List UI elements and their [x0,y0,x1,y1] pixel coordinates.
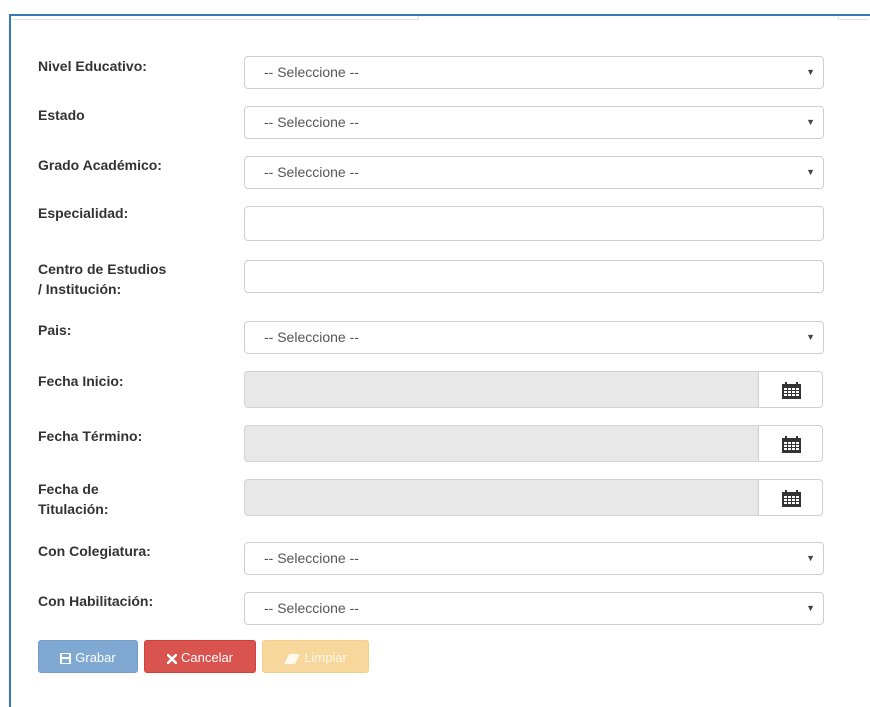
especialidad-input[interactable] [244,206,824,241]
chevron-down-icon: ▼ [806,67,815,77]
limpiar-label: Limpiar [304,650,347,665]
chevron-down-icon: ▼ [806,332,815,342]
grabar-button[interactable]: Grabar [38,640,138,673]
fecha-inicio-input[interactable] [244,371,758,408]
fecha-titulacion-calendar-button[interactable] [758,479,823,516]
centro-estudios-label-line1: Centro de Estudios [38,261,167,277]
estado-value: -- Seleccione -- [264,114,359,130]
pais-label: Pais: [38,322,72,338]
con-colegiatura-label: Con Colegiatura: [38,543,151,559]
nivel-educativo-value: -- Seleccione -- [264,64,359,80]
calendar-icon [782,382,801,399]
grado-academico-value: -- Seleccione -- [264,164,359,180]
floppy-disk-icon [60,653,72,665]
limpiar-button[interactable]: Limpiar [262,640,369,673]
chevron-down-icon: ▼ [806,603,815,613]
con-habilitacion-label: Con Habilitación: [38,593,154,609]
con-colegiatura-select[interactable]: -- Seleccione -- ▼ [244,542,824,575]
fecha-termino-calendar-button[interactable] [758,425,823,462]
fecha-titulacion-input[interactable] [244,479,758,516]
estado-label: Estado [38,107,85,123]
fecha-titulacion-label-line1: Fecha de [38,481,99,497]
fecha-termino-input[interactable] [244,425,758,462]
chevron-down-icon: ▼ [806,553,815,563]
fecha-inicio-calendar-button[interactable] [758,371,823,408]
cancelar-label: Cancelar [180,650,234,665]
fecha-titulacion-label: Fecha de Titulación: [38,479,228,519]
nivel-educativo-label: Nivel Educativo: [38,58,147,74]
grabar-label: Grabar [75,650,116,665]
pais-value: -- Seleccione -- [264,329,359,345]
chevron-down-icon: ▼ [806,167,815,177]
especialidad-label: Especialidad: [38,205,129,221]
grado-academico-select[interactable]: -- Seleccione -- ▼ [244,156,824,189]
grado-academico-label: Grado Académico: [38,157,162,173]
nivel-educativo-select[interactable]: -- Seleccione -- ▼ [244,56,824,89]
chevron-down-icon: ▼ [806,117,815,127]
calendar-icon [782,490,801,507]
cancelar-button[interactable]: Cancelar [144,640,256,673]
con-habilitacion-select[interactable]: -- Seleccione -- ▼ [244,592,824,625]
estado-select[interactable]: -- Seleccione -- ▼ [244,106,824,139]
calendar-icon [782,436,801,453]
con-habilitacion-value: -- Seleccione -- [264,600,359,616]
fecha-termino-label: Fecha Término: [38,428,143,444]
pais-select[interactable]: -- Seleccione -- ▼ [244,321,824,354]
centro-estudios-input[interactable] [244,260,824,293]
fecha-titulacion-label-line2: Titulación: [38,501,109,517]
con-colegiatura-value: -- Seleccione -- [264,550,359,566]
eraser-icon [284,653,301,664]
close-icon [166,653,177,664]
fecha-inicio-label: Fecha Inicio: [38,373,124,389]
centro-estudios-label-line2: / Institución: [38,281,122,297]
centro-estudios-label: Centro de Estudios / Institución: [38,259,228,299]
